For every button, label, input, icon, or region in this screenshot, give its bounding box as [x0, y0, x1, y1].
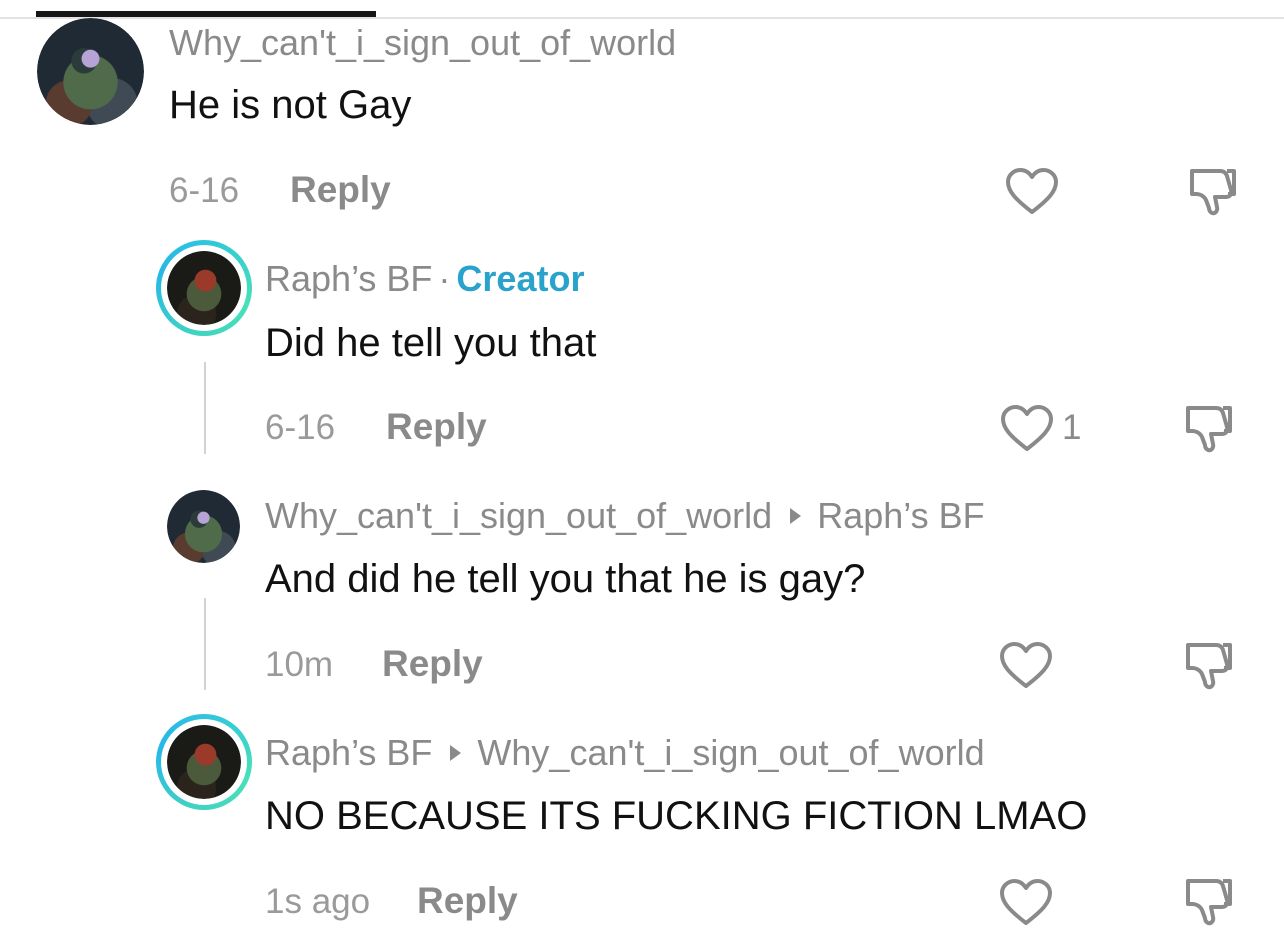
avatar[interactable]	[37, 18, 144, 125]
comment-username[interactable]: Why_can't_i_sign_out_of_world	[265, 495, 772, 536]
avatar-image	[167, 725, 241, 799]
top-indicator	[36, 11, 376, 17]
dislike-icon[interactable]	[1180, 404, 1236, 454]
avatar[interactable]	[167, 490, 240, 563]
top-divider	[0, 17, 1284, 19]
triangle-right-icon	[450, 745, 462, 762]
comment-username-line: Why_can't_i_sign_out_of_world Raph’s BF	[265, 495, 985, 537]
separator-dot: ·	[438, 258, 451, 299]
comment-text: NO BECAUSE ITS FUCKING FICTION LMAO	[265, 794, 1088, 838]
reply-button[interactable]: Reply	[417, 880, 518, 922]
heart-icon[interactable]	[1005, 168, 1059, 216]
comment-timestamp: 6-16	[265, 408, 336, 447]
comment-timestamp: 10m	[265, 645, 334, 684]
dislike-icon[interactable]	[1184, 167, 1240, 217]
dislike-icon[interactable]	[1180, 641, 1236, 691]
triangle-right-icon	[790, 508, 802, 525]
comment-text: He is not Gay	[169, 83, 412, 127]
heart-icon[interactable]	[1000, 405, 1054, 453]
comment-text: And did he tell you that he is gay?	[265, 557, 866, 601]
like-count: 1	[1062, 408, 1082, 447]
avatar-image	[167, 490, 240, 563]
comment-text: Did he tell you that	[265, 321, 597, 365]
thread-line	[204, 598, 206, 690]
avatar	[167, 251, 241, 325]
heart-icon[interactable]	[999, 642, 1053, 690]
creator-badge: Creator	[456, 258, 585, 299]
comment-timestamp: 6-16	[169, 171, 240, 210]
thread-line	[204, 362, 206, 454]
reply-to-username[interactable]: Why_can't_i_sign_out_of_world	[477, 732, 984, 773]
story-ring[interactable]	[156, 240, 252, 336]
story-ring[interactable]	[156, 714, 252, 810]
dislike-icon[interactable]	[1180, 877, 1236, 927]
reply-button[interactable]: Reply	[382, 643, 483, 685]
avatar	[167, 725, 241, 799]
comment-username[interactable]: Why_can't_i_sign_out_of_world	[169, 22, 676, 64]
comment-username-line: Raph’s BF Why_can't_i_sign_out_of_world	[265, 732, 985, 774]
reply-button[interactable]: Reply	[386, 406, 487, 448]
reply-button[interactable]: Reply	[290, 169, 391, 211]
avatar-image	[37, 18, 144, 125]
comment-username[interactable]: Raph’s BF	[265, 732, 432, 773]
comment-username-line: Raph’s BF · Creator	[265, 258, 584, 300]
avatar-image	[167, 251, 241, 325]
heart-icon[interactable]	[999, 879, 1053, 927]
comment-timestamp: 1s ago	[265, 882, 371, 921]
comment-username[interactable]: Raph’s BF	[265, 258, 432, 299]
reply-to-username[interactable]: Raph’s BF	[817, 495, 984, 536]
